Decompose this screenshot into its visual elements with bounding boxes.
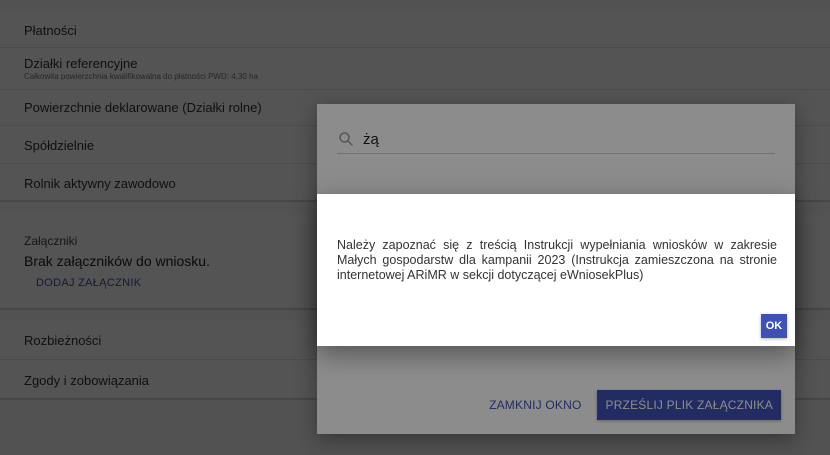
alert-message: Należy zapoznać się z treścią Instrukcji… (337, 238, 777, 282)
alert-dialog: Należy zapoznać się z treścią Instrukcji… (317, 194, 795, 346)
ok-button[interactable]: OK (761, 314, 787, 338)
